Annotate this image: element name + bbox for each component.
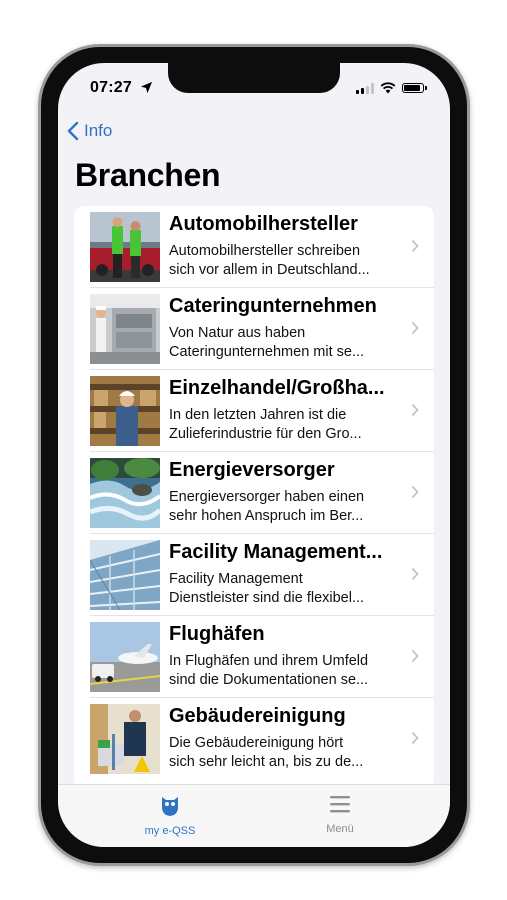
row-title: Flughäfen [169, 623, 265, 645]
menu-icon [330, 796, 350, 813]
row-desc-line1: Die Gebäudereinigung hört [169, 735, 344, 751]
list-item-energieversorger[interactable]: Energieversorger Energieversorger haben … [74, 452, 434, 534]
tab-menu[interactable]: Menü [280, 793, 400, 835]
row-desc-line2: Dienstleister sind die flexibel... [169, 590, 365, 606]
row-desc-line2: sind die Dokumentationen se... [169, 672, 369, 688]
list-item-gebaeudereinigung[interactable]: Gebäudereinigung Die Gebäudereinigung hö… [74, 698, 434, 780]
row-desc-line1: Von Natur aus haben [169, 325, 306, 341]
thumbnail-catering [90, 294, 160, 364]
chevron-left-icon [67, 121, 79, 141]
chevron-right-icon [411, 239, 419, 253]
tab-label: my e-QSS [144, 825, 196, 837]
row-description: Energieversorger haben einen sehr hohen … [169, 488, 405, 526]
status-indicators [356, 82, 427, 94]
thumbnail-einzelhandel [90, 376, 160, 446]
list-item-facility-management[interactable]: Facility Management... Facility Manageme… [74, 534, 434, 616]
page-title: Branchen [75, 157, 221, 193]
row-description: Automobilhersteller schreiben sich vor a… [169, 242, 405, 280]
row-title: Gebäudereinigung [169, 705, 346, 727]
cellular-signal-icon [356, 82, 374, 94]
tab-bar: my e-QSS Menü [58, 784, 450, 847]
back-label: Info [84, 121, 113, 140]
row-desc-line2: sich sehr leicht an, bis zu de... [169, 754, 364, 770]
row-desc-line1: In den letzten Jahren ist die [169, 407, 347, 423]
location-arrow-icon [140, 81, 153, 94]
chevron-right-icon [411, 649, 419, 663]
list-item-cateringunternehmen[interactable]: Cateringunternehmen Von Natur aus haben … [74, 288, 434, 370]
row-desc-line1: In Flughäfen und ihrem Umfeld [169, 653, 369, 669]
wifi-icon [380, 82, 396, 94]
chevron-right-icon [411, 567, 419, 581]
thumbnail-automobil [90, 212, 160, 282]
row-desc-line1: Energieversorger haben einen [169, 489, 365, 505]
back-button[interactable]: Info [66, 121, 112, 141]
chevron-right-icon [411, 731, 419, 745]
row-desc-line2: Cateringunternehmen mit se... [169, 344, 365, 360]
row-desc-line2: sich vor allem in Deutschland... [169, 262, 370, 278]
app-screen: 07:27 Info Branchen Automobilhersteller … [58, 63, 450, 847]
tab-label: Menü [326, 823, 354, 835]
row-title: Facility Management... [169, 541, 383, 563]
row-desc-line2: Zulieferindustrie für den Gro... [169, 426, 362, 442]
branch-list: Automobilhersteller Automobilhersteller … [74, 206, 434, 789]
row-title: Cateringunternehmen [169, 295, 377, 317]
row-desc-line1: Facility Management [169, 571, 303, 587]
row-description: In den letzten Jahren ist die Zulieferin… [169, 406, 405, 444]
chevron-right-icon [411, 403, 419, 417]
notch [168, 63, 340, 93]
row-title: Automobilhersteller [169, 213, 358, 235]
chevron-right-icon [411, 485, 419, 499]
row-desc-line2: sehr hohen Anspruch im Ber... [169, 508, 364, 524]
thumbnail-facility [90, 540, 160, 610]
row-description: Facility Management Dienstleister sind d… [169, 570, 405, 608]
thumbnail-flughafen [90, 622, 160, 692]
row-description: Von Natur aus haben Cateringunternehmen … [169, 324, 405, 362]
row-desc-line1: Automobilhersteller schreiben [169, 243, 361, 259]
list-item-flughaefen[interactable]: Flughäfen In Flughäfen und ihrem Umfeld … [74, 616, 434, 698]
thumbnail-gebaeudereinigung [90, 704, 160, 774]
tab-my-eqss[interactable]: my e-QSS [110, 793, 230, 837]
thumbnail-energie [90, 458, 160, 528]
list-item-automobilhersteller[interactable]: Automobilhersteller Automobilhersteller … [74, 206, 434, 288]
list-item-einzelhandel[interactable]: Einzelhandel/Großha... In den letzten Ja… [74, 370, 434, 452]
row-description: In Flughäfen und ihrem Umfeld sind die D… [169, 652, 405, 690]
row-description: Die Gebäudereinigung hört sich sehr leic… [169, 734, 405, 772]
row-title: Einzelhandel/Großha... [169, 377, 385, 399]
battery-icon [402, 83, 427, 93]
status-time: 07:27 [90, 79, 132, 96]
chevron-right-icon [411, 321, 419, 335]
owl-icon [162, 797, 178, 816]
row-title: Energieversorger [169, 459, 335, 481]
